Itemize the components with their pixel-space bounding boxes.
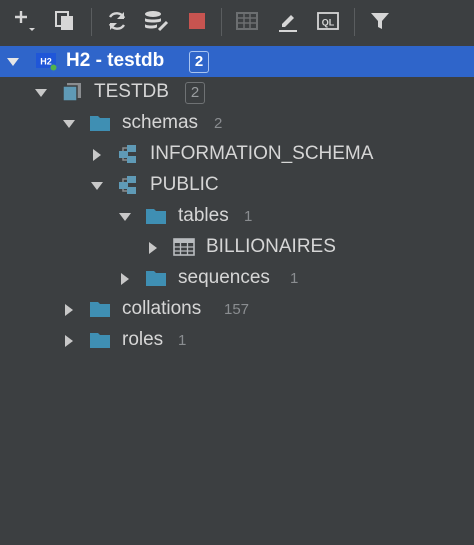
tree-node-label: sequences xyxy=(178,267,270,288)
filter-icon xyxy=(371,13,389,29)
edit-button[interactable] xyxy=(273,6,303,36)
toolbar-separator xyxy=(221,8,222,36)
folder-icon xyxy=(146,209,166,224)
table-view-button[interactable] xyxy=(232,6,262,36)
tree-node-label: INFORMATION_SCHEMA xyxy=(150,143,374,164)
tree-node-sequences-folder[interactable]: sequences 1 xyxy=(0,263,474,294)
refresh-button[interactable] xyxy=(102,6,132,36)
chevron-down-icon[interactable] xyxy=(34,86,48,100)
count-label: 1 xyxy=(178,332,187,349)
ql-console-icon: QL xyxy=(317,12,339,30)
tree-node-label: PUBLIC xyxy=(150,174,219,195)
tree-node-label: roles xyxy=(122,329,164,350)
tree-node-label: collations xyxy=(122,298,202,319)
copy-button[interactable] xyxy=(50,6,80,36)
tree-node-label: schemas xyxy=(122,112,199,133)
toolbar-separator xyxy=(354,8,355,36)
count-label: 2 xyxy=(214,115,223,132)
tree-node-schemas-folder[interactable]: schemas 2 xyxy=(0,108,474,139)
tree-node-schema-information[interactable]: INFORMATION_SCHEMA xyxy=(0,139,474,170)
chevron-right-icon[interactable] xyxy=(62,303,76,317)
schema-settings-button[interactable] xyxy=(141,6,171,36)
chevron-down-icon[interactable] xyxy=(6,55,20,69)
count-label: 157 xyxy=(224,301,250,318)
chevron-right-icon[interactable] xyxy=(62,334,76,348)
stop-icon xyxy=(189,13,205,29)
tree-node-label: tables xyxy=(178,205,229,226)
count-badge: 2 xyxy=(189,51,209,73)
tree-node-datasource[interactable]: H2 H2 - testdb 2 xyxy=(0,46,474,77)
schema-icon xyxy=(119,176,136,194)
folder-icon xyxy=(90,116,110,131)
toolbar-separator xyxy=(91,8,92,36)
table-icon xyxy=(173,238,195,256)
folder-icon xyxy=(90,333,110,348)
chevron-down-icon[interactable] xyxy=(118,210,132,224)
h2-datasource-icon: H2 xyxy=(36,53,57,71)
folder-icon xyxy=(146,271,166,286)
count-label: 1 xyxy=(290,270,299,287)
tree-node-label: TESTDB xyxy=(94,81,169,102)
svg-text:H2: H2 xyxy=(40,57,52,67)
count-badge: 2 xyxy=(185,82,205,104)
schema-icon xyxy=(119,145,136,163)
tree-node-schema-public[interactable]: PUBLIC xyxy=(0,170,474,201)
svg-text:QL: QL xyxy=(322,18,335,28)
add-icon xyxy=(15,11,35,31)
table-view-icon xyxy=(236,12,258,30)
schema-settings-icon xyxy=(145,11,169,32)
chevron-right-icon[interactable] xyxy=(118,272,132,286)
folder-icon xyxy=(90,302,110,317)
tree-node-label: H2 - testdb xyxy=(66,50,165,71)
chevron-right-icon[interactable] xyxy=(146,241,160,255)
count-label: 1 xyxy=(244,208,253,225)
tree-node-database[interactable]: TESTDB 2 xyxy=(0,77,474,108)
database-tree: H2 H2 - testdb 2 TESTDB 2 schemas 2 INFO… xyxy=(0,46,474,545)
tree-node-roles-folder[interactable]: roles 1 xyxy=(0,325,474,356)
chevron-down-icon[interactable] xyxy=(62,117,76,131)
toolbar: QL xyxy=(0,0,474,42)
ql-console-button[interactable]: QL xyxy=(313,6,343,36)
stop-button[interactable] xyxy=(182,6,212,36)
tree-node-collations-folder[interactable]: collations 157 xyxy=(0,294,474,325)
chevron-down-icon[interactable] xyxy=(90,179,104,193)
tree-node-tables-folder[interactable]: tables 1 xyxy=(0,201,474,232)
copy-icon xyxy=(55,11,73,30)
add-button[interactable] xyxy=(10,6,40,36)
refresh-icon xyxy=(108,12,126,30)
filter-button[interactable] xyxy=(365,6,395,36)
chevron-right-icon[interactable] xyxy=(90,148,104,162)
tree-node-table-billionaires[interactable]: BILLIONAIRES xyxy=(0,232,474,263)
database-icon xyxy=(62,83,81,102)
edit-icon xyxy=(279,15,297,32)
tree-node-label: BILLIONAIRES xyxy=(206,236,336,257)
